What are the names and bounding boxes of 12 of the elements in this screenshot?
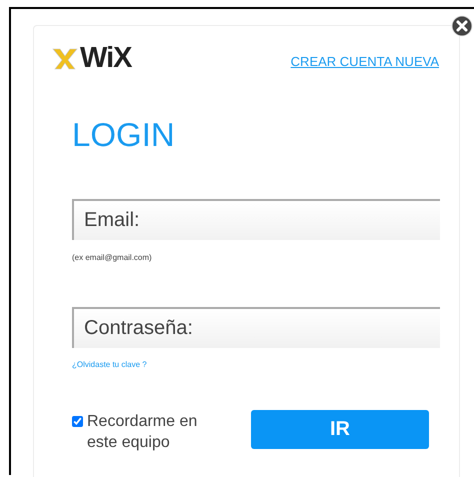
login-title: LOGIN xyxy=(72,115,176,155)
create-account-link[interactable]: CREAR CUENTA NUEVA xyxy=(290,54,439,69)
logo-icon xyxy=(52,46,78,70)
password-field[interactable]: Contraseña: xyxy=(72,307,440,348)
logo-text: WiX xyxy=(80,45,132,71)
email-field[interactable]: Email: xyxy=(72,199,440,240)
forgot-password-link[interactable]: ¿Olvidaste tu clave ? xyxy=(72,360,147,369)
submit-button[interactable]: IR xyxy=(251,410,429,449)
remember-checkbox[interactable] xyxy=(72,416,83,427)
close-icon[interactable] xyxy=(451,15,473,37)
email-hint: (ex email@gmail.com) xyxy=(72,253,152,262)
remember-label: Recordarme en este equipo xyxy=(87,412,198,453)
